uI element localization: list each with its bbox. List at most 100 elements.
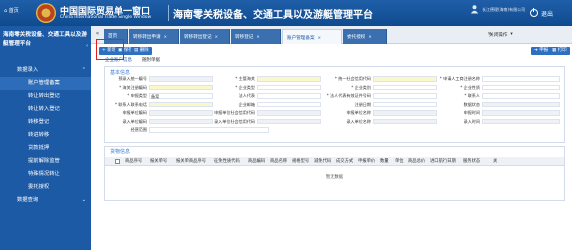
sidebar-item-loan-mortgage[interactable]: 贷款抵押 [0,142,91,155]
form-field-label: 申报单位社会信用代码 [214,110,255,115]
sidebar-item-label: 转移登记 [28,119,50,125]
table-column-header[interactable]: 减免代码 [314,157,331,166]
sidebar-item-account-record[interactable]: 账户管理备案 [0,77,91,90]
table-column-header[interactable]: 商品名称 [270,157,287,166]
close-icon[interactable]: × [368,34,371,39]
subtab-attachments[interactable]: 随附单据 [142,57,160,63]
form-field-input[interactable] [482,84,560,91]
table-column-header[interactable]: 服务状态 [463,157,480,166]
chevron-down-icon: ⌄ [81,197,86,203]
form-field-input[interactable] [149,84,213,91]
form-field-input[interactable] [373,84,437,91]
table-column-header[interactable]: 报关单商品序号 [176,157,206,166]
print-label: 打印 [557,48,567,53]
form-field-input[interactable] [257,76,321,82]
close-icon[interactable]: × [256,34,259,39]
form-field-input[interactable] [257,110,321,116]
chevron-up-icon: ⌃ [81,67,86,73]
table-column-header[interactable]: 商品编码 [248,157,265,166]
form-field-input[interactable] [482,76,560,82]
form-field-input[interactable] [149,101,213,108]
sidebar-item-transfer-in[interactable]: 转让转入登记 [0,103,91,116]
close-icon[interactable]: × [164,34,167,39]
chevron-left-icon[interactable]: ‹ [86,43,88,49]
table-column-header[interactable]: 进口航行日期 [430,157,456,166]
form-field-label: * 海关注册编码 [119,84,147,90]
form-field-input[interactable] [149,110,213,116]
form-row: * 申报类型 备案 法人代表 * 法人代表有效证件号码 * 联系人 [105,93,564,99]
form-field-label: 申报时间 [463,110,480,115]
tab-authorization[interactable]: 委托授权 × [343,29,387,44]
home-link[interactable]: ⌂ 首页 [4,7,19,14]
form-field-input[interactable] [257,84,321,91]
close-all-label: 关闭操作 [489,33,508,38]
form-field-label: * 联系人 [464,93,480,98]
sidebar-item-label: 提前解除监管 [28,158,60,164]
sidebar-item-label: 转让转入登记 [28,106,60,112]
form-field-label: 法人代表 [238,93,255,98]
form-row: * 海关注册编码 * 企业类型 * 企业类别 * 企业性质 [105,85,564,91]
form-field-label: 录入单位名称 [346,118,371,124]
form-field-input[interactable] [373,76,437,82]
subtab-account-info[interactable]: 企业账户信息 [105,57,132,63]
close-all-tabs-button[interactable]: 关闭操作 ▾ [489,32,513,38]
sidebar-item-label: 委托授权 [28,184,50,190]
form-field-input[interactable] [482,118,560,125]
sidebar-item-special-transfer[interactable]: 特殊情况转让 [0,168,91,181]
form-field-input[interactable] [149,127,269,133]
table-column-header[interactable]: 商品序号 [125,157,142,166]
tab-transfer-out-register[interactable]: 转移转出登记 × [180,29,230,44]
home-label: 首页 [8,8,19,14]
sidebar-item-authorization[interactable]: 委托授权 [0,181,91,194]
declare-label: 申报 [539,48,549,53]
tab-transfer-register[interactable]: 转移登记 × [231,29,281,44]
tab-account-record[interactable]: 账户管理备案 × [282,29,342,44]
sidebar-item-transfer-move[interactable]: 转进转移 [0,129,91,142]
table-column-header[interactable]: 成交方式 [336,157,353,166]
sidebar-item-transfer-out[interactable]: 转让转出登记 [0,90,91,103]
table-column-header[interactable]: 单位 [395,157,404,166]
close-icon[interactable]: × [318,35,321,40]
table-column-header[interactable]: 征免性质代码 [214,157,240,166]
tab-transfer-out-apply[interactable]: 转移转出申请 × [129,29,179,44]
form-field-label: * 统一社会信用代码 [334,76,371,81]
form-field-input[interactable]: 备案 [149,93,213,99]
form-field-input[interactable] [257,93,321,99]
select-all-checkbox[interactable] [115,159,120,164]
user-company: 长江德理(海南)有限公司 [482,7,526,12]
table-column-header[interactable]: 规格型号 [292,157,309,166]
sidebar-group-data-query[interactable]: 数据查询 ⌄ [0,194,91,207]
form-field-input[interactable] [373,93,437,99]
form-field-label: 数据状态 [463,101,480,107]
table-column-header[interactable]: 申报单价 [358,157,375,166]
print-button[interactable]: ▦ 打印 [549,47,570,55]
table-column-header[interactable]: 报关单号 [150,157,167,166]
form-field-input[interactable] [373,110,437,116]
form-field-input[interactable] [149,76,213,82]
platform-title: 海南零关税设备、交通工具以及游艇管理平台 [173,10,373,21]
sidebar-item-transfer-register[interactable]: 转移登记 [0,116,91,129]
form-field-input[interactable] [373,101,437,108]
sidebar-group-data-entry[interactable]: 数据录入 ⌃ [0,64,91,77]
table-column-header[interactable]: 关 [493,157,497,166]
delete-button[interactable]: ▤ 删除 [131,47,152,55]
empty-state: 暂无数据 [325,175,344,180]
table-column-header[interactable]: 数量 [380,157,389,166]
form-field-input[interactable] [257,101,321,108]
form-field-input[interactable] [482,110,560,116]
form-field-input[interactable] [482,101,560,108]
form-field-label: * 企业类别 [351,84,371,90]
form-field-label: * 法人代表有效证件号码 [326,93,371,98]
close-icon[interactable]: × [215,34,218,39]
form-field-input[interactable] [482,93,560,99]
form-field-label: 经营范围 [130,127,147,132]
form-field-input[interactable] [149,118,213,125]
sidebar-item-early-release[interactable]: 提前解除监管 [0,155,91,168]
form-field-label: * 主管海关 [235,76,255,81]
form-field-input[interactable] [373,118,437,125]
logout-button[interactable]: 退出 [530,7,564,19]
form-field-label: 申报单位名称 [346,110,371,115]
table-column-header[interactable]: 商品总价 [408,157,425,166]
basic-info-panel: 基本信息 预录入统一编号 * 主管海关 * 统一社会信用代码 * 申请人工商注册名称 *… [104,66,565,143]
form-field-input[interactable] [257,118,321,125]
